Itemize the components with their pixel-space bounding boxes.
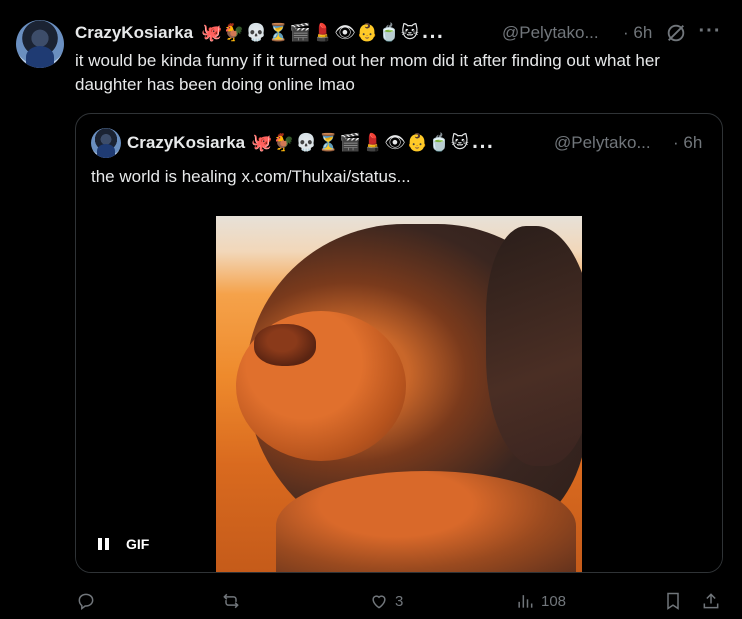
quoted-tweet[interactable]: CrazyKosiarka 🐙🐓💀⏳🎬💄👁👶🍵🐱... @Pelytako...… (75, 113, 723, 573)
share-button[interactable] (701, 588, 721, 614)
like-count: 3 (395, 592, 404, 610)
name-emojis: 🐙🐓💀⏳🎬💄👁👶🍵🐱... (201, 23, 444, 43)
quoted-timestamp-text: 6h (683, 133, 703, 152)
quoted-link[interactable]: x.com/Thulxai/status... (242, 167, 411, 186)
share-icon (703, 593, 719, 609)
handle[interactable]: @Pelytako... (502, 23, 599, 43)
views-icon (518, 595, 533, 608)
media-container[interactable]: GIF (76, 215, 722, 572)
name-truncation: ... (421, 23, 445, 43)
quoted-display-name: CrazyKosiarka (127, 133, 246, 152)
display-name[interactable]: CrazyKosiarka (75, 23, 193, 43)
more-icon[interactable]: ··· (697, 20, 723, 46)
timestamp-text: 6h (633, 23, 653, 42)
action-bar: 3 108 (0, 588, 742, 614)
heart-icon (372, 595, 386, 609)
grok-icon[interactable] (665, 22, 687, 44)
gif-image[interactable] (216, 216, 582, 572)
timestamp[interactable]: · 6h (623, 23, 652, 43)
repost-icon (223, 593, 239, 609)
like-button[interactable]: 3 (369, 588, 403, 614)
quoted-avatar[interactable] (91, 128, 121, 158)
tweet[interactable]: CrazyKosiarka 🐙🐓💀⏳🎬💄👁👶🍵🐱... @Pelytako...… (0, 0, 742, 619)
tweet-header: CrazyKosiarka 🐙🐓💀⏳🎬💄👁👶🍵🐱... @Pelytako...… (75, 20, 725, 46)
dog-neck-shape (276, 471, 576, 572)
quoted-name-truncation: ... (471, 133, 495, 153)
tweet-text: it would be kinda funny if it turned out… (75, 51, 660, 94)
reply-icon (78, 593, 94, 610)
repost-button[interactable] (221, 588, 247, 614)
separator-dot: · (623, 23, 634, 42)
dog-ear-shape (486, 226, 582, 466)
quoted-name-emojis: 🐙🐓💀⏳🎬💄👁👶🍵🐱... (251, 133, 494, 153)
gif-badge: GIF (126, 536, 150, 552)
quoted-tweet-header: CrazyKosiarka 🐙🐓💀⏳🎬💄👁👶🍵🐱... @Pelytako...… (91, 128, 711, 158)
reply-button[interactable] (76, 588, 102, 614)
quoted-name-emojis-text: 🐙🐓💀⏳🎬💄👁👶🍵🐱 (251, 133, 470, 153)
quoted-timestamp: · 6h (673, 133, 702, 153)
gif-controls: GIF (96, 536, 149, 552)
quoted-tweet-text: the world is healing x.com/Thulxai/status… (91, 167, 411, 187)
avatar[interactable] (16, 20, 64, 68)
quoted-handle: @Pelytako... (554, 133, 651, 152)
dog-nose-shape (254, 324, 316, 366)
separator-dot: · (673, 133, 684, 152)
views-button[interactable]: 108 (515, 588, 566, 614)
bookmark-button[interactable] (663, 588, 683, 614)
pause-icon[interactable] (96, 536, 112, 552)
quoted-text-body: the world is healing (91, 167, 237, 186)
view-count: 108 (541, 592, 567, 610)
bookmark-icon (667, 592, 679, 610)
name-emojis-text: 🐙🐓💀⏳🎬💄👁👶🍵🐱 (201, 23, 420, 43)
